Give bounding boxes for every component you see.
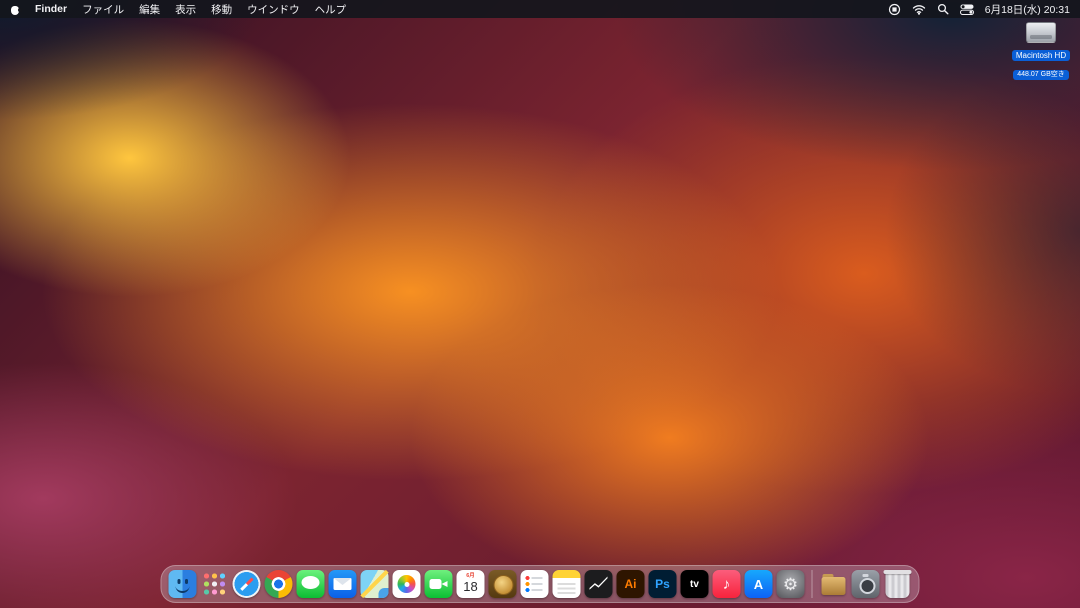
dock-coin-icon[interactable] xyxy=(488,570,517,598)
spotlight-search-icon[interactable] xyxy=(937,2,949,16)
menu-item-3[interactable]: 移動 xyxy=(211,2,232,17)
dock-tv-icon[interactable]: tv xyxy=(680,570,709,598)
menu-item-4[interactable]: ウインドウ xyxy=(247,2,300,17)
calendar-glyph-2: 18 xyxy=(463,579,478,594)
dock-downloads-icon[interactable] xyxy=(820,570,848,598)
desktop-wallpaper[interactable]: Finder ファイル 編集 表示 移動 ウインドウ ヘルプ 6月18日(水) … xyxy=(0,0,1080,608)
dock-photos-icon[interactable] xyxy=(392,570,421,598)
dock-notes-icon[interactable] xyxy=(552,570,581,598)
dock-illustrator-icon[interactable]: Ai xyxy=(616,570,645,598)
dock-photoshop-icon[interactable]: Ps xyxy=(648,570,677,598)
apple-menu-icon[interactable] xyxy=(10,3,22,15)
dock-music-icon[interactable]: ♪ xyxy=(712,570,741,598)
dock-facetime-icon[interactable] xyxy=(424,570,453,598)
dock-separator xyxy=(811,570,813,598)
dock-chrome-icon[interactable] xyxy=(264,570,293,598)
control-center-icon[interactable] xyxy=(959,2,974,16)
dock-messages-icon[interactable] xyxy=(296,570,325,598)
menu-item-5[interactable]: ヘルプ xyxy=(315,2,347,17)
music-glyph: ♪ xyxy=(722,575,731,593)
screen-recording-stop-icon[interactable] xyxy=(888,2,901,16)
wifi-icon[interactable] xyxy=(912,2,926,16)
menu-item-1[interactable]: 編集 xyxy=(139,2,160,17)
menu-item-0[interactable]: ファイル xyxy=(82,2,124,17)
menu-bar-clock[interactable]: 6月18日(水) 20:31 xyxy=(985,2,1070,17)
app-menu-finder[interactable]: Finder xyxy=(35,3,67,15)
menu-item-2[interactable]: 表示 xyxy=(175,2,196,17)
dock: 6月 18 Ai Ps tv ♪ A ⚙ xyxy=(160,565,920,603)
dock-finder-icon[interactable] xyxy=(168,570,197,598)
dock-trash-icon[interactable] xyxy=(883,570,912,598)
volume-free-space-label: 448.07 GB空き xyxy=(1013,70,1069,80)
volume-name-label: Macintosh HD xyxy=(1011,50,1071,61)
dock-settings-icon[interactable]: ⚙ xyxy=(776,570,805,598)
dock-reminders-icon[interactable] xyxy=(520,570,549,598)
dock-stocks-icon[interactable] xyxy=(584,570,613,598)
dock-appstore-icon[interactable]: A xyxy=(744,570,773,598)
dock-camera-icon[interactable] xyxy=(851,570,880,598)
dock-calendar-icon[interactable]: 6月 18 xyxy=(456,570,485,598)
settings-glyph: ⚙ xyxy=(782,574,799,594)
dock-maps-icon[interactable] xyxy=(360,570,389,598)
menu-items: ファイル 編集 表示 移動 ウインドウ ヘルプ xyxy=(82,2,346,17)
appstore-glyph: A xyxy=(753,576,764,592)
menu-bar: Finder ファイル 編集 表示 移動 ウインドウ ヘルプ 6月18日(水) … xyxy=(0,0,1080,18)
tv-glyph: tv xyxy=(690,578,699,590)
dock-launchpad-icon[interactable] xyxy=(200,570,229,598)
photoshop-glyph: Ps xyxy=(655,577,670,591)
dock-safari-icon[interactable] xyxy=(232,570,261,598)
illustrator-glyph: Ai xyxy=(624,577,637,591)
dock-mail-icon[interactable] xyxy=(328,570,357,598)
desktop-volume-macintosh-hd[interactable]: Macintosh HD 448.07 GB空き xyxy=(1008,22,1074,81)
hard-drive-icon xyxy=(1026,22,1056,43)
